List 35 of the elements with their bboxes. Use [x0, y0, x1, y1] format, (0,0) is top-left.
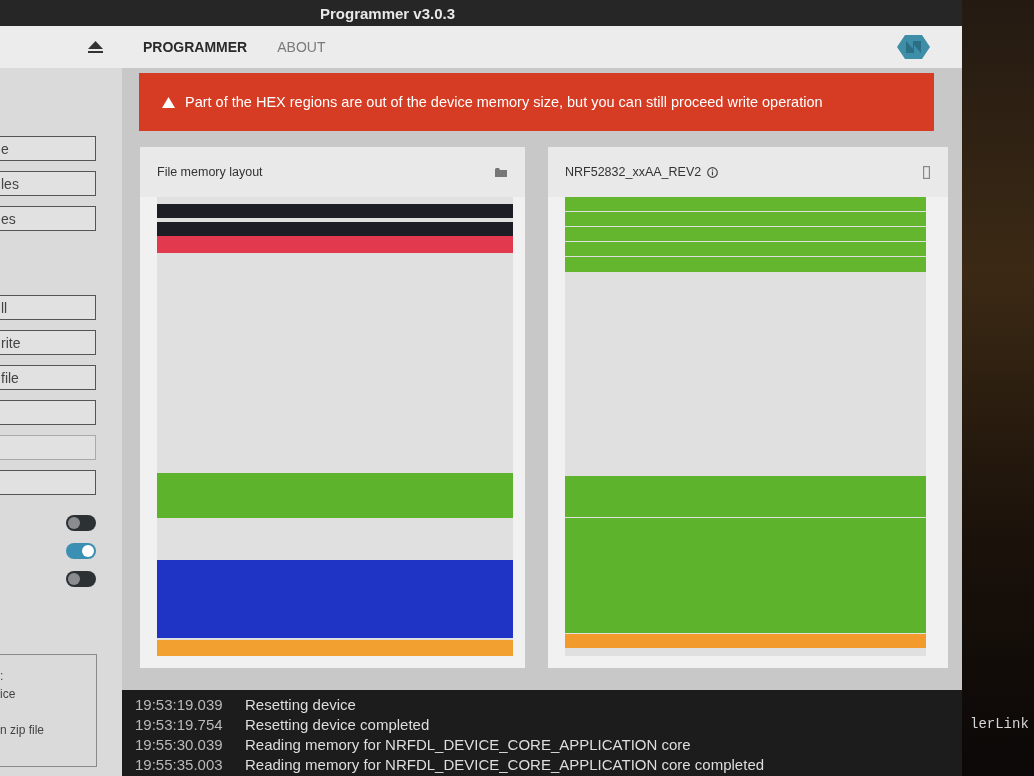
info-text: ice — [0, 686, 17, 703]
warning-icon — [162, 96, 175, 108]
log-message: Resetting device — [245, 695, 356, 713]
nav-tab[interactable]: ABOUT — [277, 39, 326, 55]
log-time: 19:53:19.039 — [135, 695, 224, 713]
panel-title: NRF52832_xxAA_REV2 — [565, 165, 702, 179]
rectangle-icon[interactable] — [923, 165, 930, 179]
folder-icon[interactable] — [495, 167, 507, 177]
background-text: lerLink — [970, 716, 1030, 732]
log-message: Resetting device completed — [245, 715, 430, 733]
sidebar-button[interactable]: les — [0, 171, 96, 196]
info-icon[interactable] — [707, 166, 719, 178]
eject-icon[interactable] — [88, 41, 103, 53]
log-time: 19:55:30.039 — [135, 735, 224, 753]
window-title: Programmer v3.0.3 — [320, 4, 456, 22]
info-text: n zip file — [0, 722, 46, 739]
toggle-switch[interactable] — [66, 571, 96, 587]
warning-text: Part of the HEX regions are out of the device memory size, but you can still proceed write operation — [185, 94, 823, 110]
log-time: 19:53:19.754 — [135, 715, 224, 733]
sidebar-button[interactable]: rite — [0, 330, 96, 355]
panel-title: File memory layout — [157, 165, 263, 179]
toggle-switch[interactable] — [66, 515, 96, 531]
sidebar-button[interactable]: e — [0, 136, 96, 161]
log-message: Reading memory for NRFDL_DEVICE_CORE_APPLICATION core — [245, 735, 691, 753]
nav-tab[interactable]: PROGRAMMER — [143, 39, 248, 55]
sidebar-button[interactable] — [0, 470, 96, 495]
log-time: 19:55:35.003 — [135, 755, 224, 773]
logo-icon — [897, 35, 930, 59]
sidebar-button[interactable]: file — [0, 365, 96, 390]
toggle-switch[interactable] — [66, 543, 96, 559]
sidebar-button[interactable] — [0, 400, 96, 425]
log-message: Reading memory for NRFDL_DEVICE_CORE_APPLICATION core completed — [245, 755, 765, 773]
sidebar-button[interactable]: es — [0, 206, 96, 231]
sidebar-button[interactable]: ll — [0, 295, 96, 320]
info-text: : — [0, 668, 5, 685]
